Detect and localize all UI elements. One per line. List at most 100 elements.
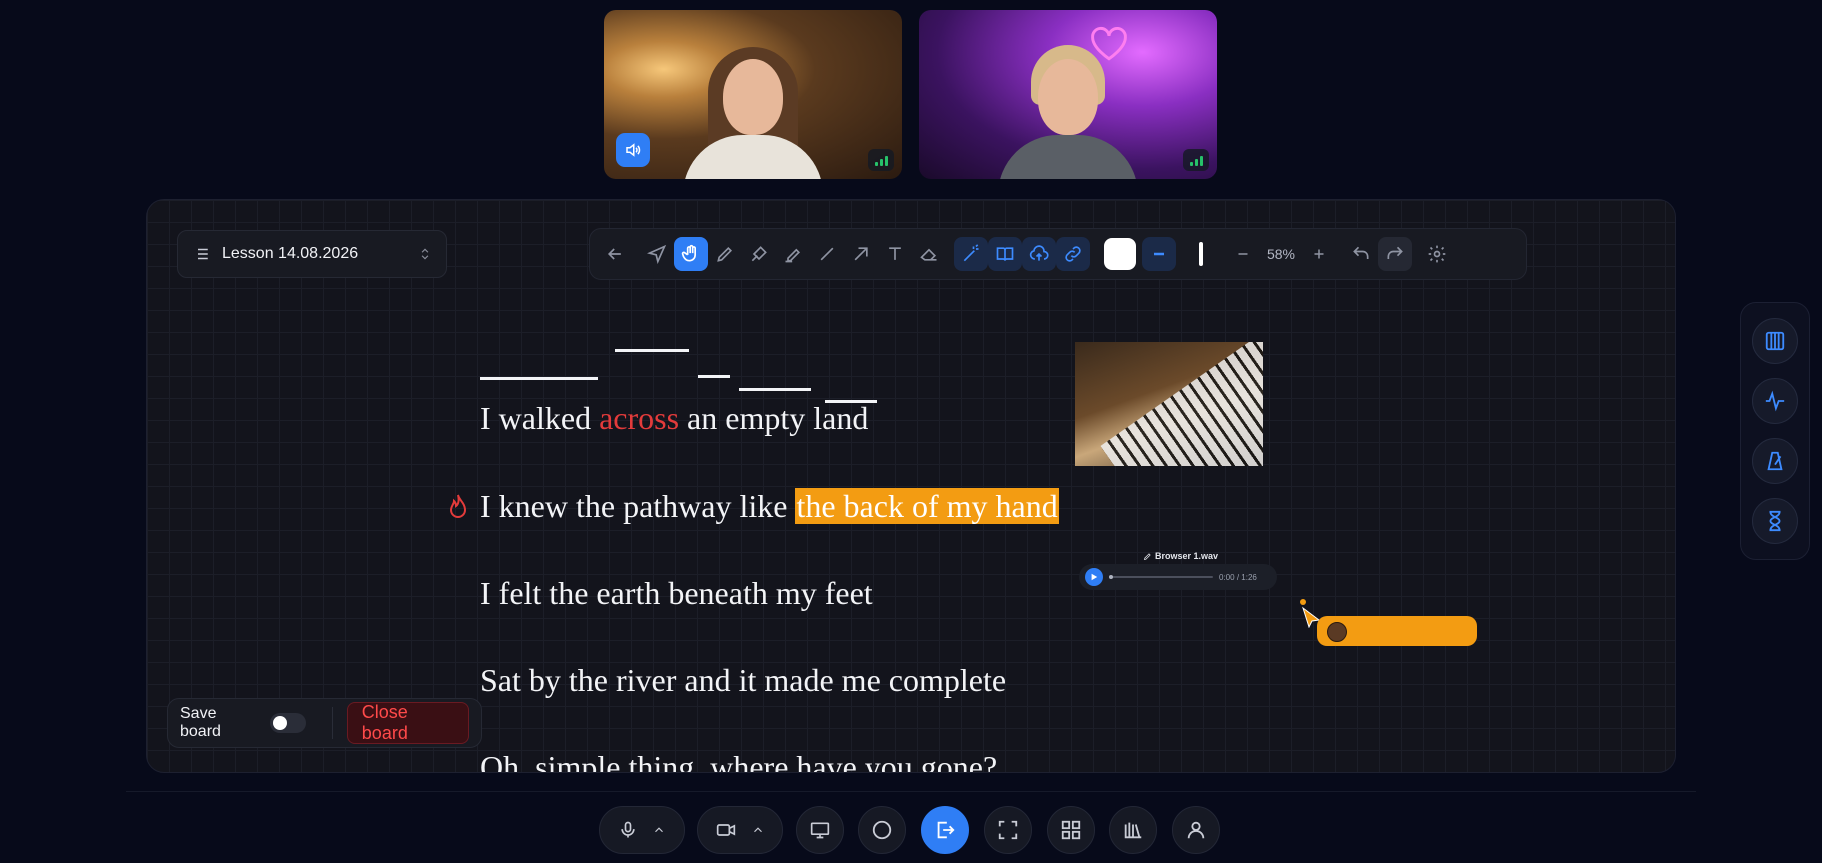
back-button[interactable]	[598, 237, 632, 271]
grid-icon	[1061, 820, 1081, 840]
timer-tool-button[interactable]	[1752, 498, 1798, 544]
lyric-line-1[interactable]: I walked across an empty land	[480, 400, 868, 437]
redo-icon	[1387, 246, 1403, 259]
profile-button[interactable]	[1172, 806, 1220, 854]
video-tile-2[interactable]	[919, 10, 1217, 179]
blank-line	[480, 377, 598, 380]
library-icon	[1124, 822, 1142, 839]
pencil-tool[interactable]	[708, 237, 742, 271]
arrow-tool[interactable]	[844, 237, 878, 271]
fullscreen-icon	[998, 820, 1018, 840]
close-board-button[interactable]: Close board	[346, 702, 469, 744]
book-button[interactable]	[988, 237, 1022, 271]
save-panel: Save board Close board	[167, 698, 482, 748]
settings-button[interactable]	[1420, 237, 1454, 271]
upload-button[interactable]	[1022, 237, 1056, 271]
grid-view-button[interactable]	[1047, 806, 1095, 854]
save-board-toggle[interactable]	[269, 713, 306, 733]
video-tile-1[interactable]	[604, 10, 902, 179]
magic-icon	[963, 244, 979, 262]
lyric-line-2[interactable]: I knew the pathway like the back of my h…	[480, 488, 1059, 525]
stroke-width-icon	[1199, 242, 1203, 266]
pointer-icon	[647, 244, 667, 264]
book-icon	[996, 247, 1014, 261]
undo-button[interactable]	[1344, 237, 1378, 271]
lyric-line-3[interactable]: I felt the earth beneath my feet	[480, 575, 873, 612]
record-button[interactable]	[858, 806, 906, 854]
chevron-up-icon[interactable]	[751, 823, 765, 837]
audio-time-separator: /	[1236, 572, 1240, 582]
camera-control[interactable]	[697, 806, 783, 854]
save-board-label: Save board	[180, 705, 221, 740]
piano-tool-button[interactable]	[1752, 318, 1798, 364]
leave-icon	[937, 821, 955, 839]
zoom-in-button[interactable]	[1302, 237, 1336, 271]
lyric-highlight-orange: the back of my hand	[795, 488, 1059, 524]
flame-icon	[449, 494, 467, 518]
edit-icon	[1143, 552, 1151, 560]
microphone-icon	[621, 821, 635, 838]
lesson-title: Lesson 14.08.2026	[222, 245, 359, 262]
zoom-in-icon	[1314, 249, 1324, 259]
audio-title: Browser 1.wav	[1143, 551, 1218, 561]
redo-button[interactable]	[1378, 237, 1412, 271]
hand-icon	[681, 244, 696, 262]
line-icon	[820, 247, 834, 261]
leave-button[interactable]	[921, 806, 969, 854]
line-tool[interactable]	[810, 237, 844, 271]
stroke-width-button[interactable]	[1184, 237, 1218, 271]
lyric-line-4[interactable]: Sat by the river and it made me complete	[480, 662, 1006, 699]
piano-image[interactable]	[1075, 342, 1263, 466]
pencil-icon	[717, 246, 733, 262]
avatar	[1327, 622, 1347, 642]
blank-line	[615, 349, 689, 352]
text-tool[interactable]	[878, 237, 912, 271]
record-icon	[872, 820, 892, 840]
piano-icon	[1765, 331, 1785, 351]
stroke-style-button[interactable]	[1142, 237, 1176, 271]
lesson-select[interactable]: Lesson 14.08.2026	[177, 230, 447, 278]
play-button[interactable]	[1085, 568, 1103, 586]
list-icon	[194, 248, 208, 260]
select-tool[interactable]	[640, 237, 674, 271]
shapes-icon	[751, 246, 767, 262]
waveform-tool-button[interactable]	[1752, 378, 1798, 424]
eraser-tool[interactable]	[912, 237, 946, 271]
lyric-line-5[interactable]: Oh, simple thing, where have you gone?	[480, 749, 997, 772]
screen-share-button[interactable]	[796, 806, 844, 854]
board-toolbar: 58%	[589, 228, 1527, 280]
participant-video	[678, 39, 828, 179]
marker-tool[interactable]	[776, 237, 810, 271]
lyric-text: I knew the pathway like	[480, 488, 796, 524]
hand-tool[interactable]	[674, 237, 708, 271]
link-button[interactable]	[1056, 237, 1090, 271]
signal-icon	[1183, 149, 1209, 171]
user-icon	[1187, 821, 1205, 839]
audio-time: 0:00 / 1:26	[1219, 573, 1257, 582]
whiteboard[interactable]: Lesson 14.08.2026 58% I walked across an…	[146, 199, 1676, 773]
eraser-icon	[920, 248, 937, 261]
fullscreen-button[interactable]	[984, 806, 1032, 854]
metronome-tool-button[interactable]	[1752, 438, 1798, 484]
side-tools-rail	[1740, 302, 1810, 560]
speaker-icon[interactable]	[616, 133, 650, 167]
text-icon	[889, 247, 901, 260]
audio-progress[interactable]	[1109, 575, 1213, 579]
shapes-tool[interactable]	[742, 237, 776, 271]
stroke-dash-icon	[1154, 252, 1164, 256]
zoom-out-icon	[1238, 253, 1248, 255]
color-swatch[interactable]	[1104, 238, 1136, 270]
library-button[interactable]	[1109, 806, 1157, 854]
chevron-up-icon[interactable]	[652, 823, 666, 837]
zoom-out-button[interactable]	[1226, 237, 1260, 271]
chevron-updown-icon	[421, 248, 429, 260]
screen-share-icon	[810, 822, 830, 839]
lyric-highlight-red: across	[599, 400, 680, 436]
waveform-icon	[1765, 390, 1785, 412]
magic-button[interactable]	[954, 237, 988, 271]
audio-player[interactable]: 0:00 / 1:26	[1079, 564, 1277, 590]
marker-icon	[785, 248, 801, 263]
audio-current-time: 0:00	[1219, 572, 1235, 582]
microphone-control[interactable]	[599, 806, 685, 854]
arrow-icon	[854, 247, 868, 261]
